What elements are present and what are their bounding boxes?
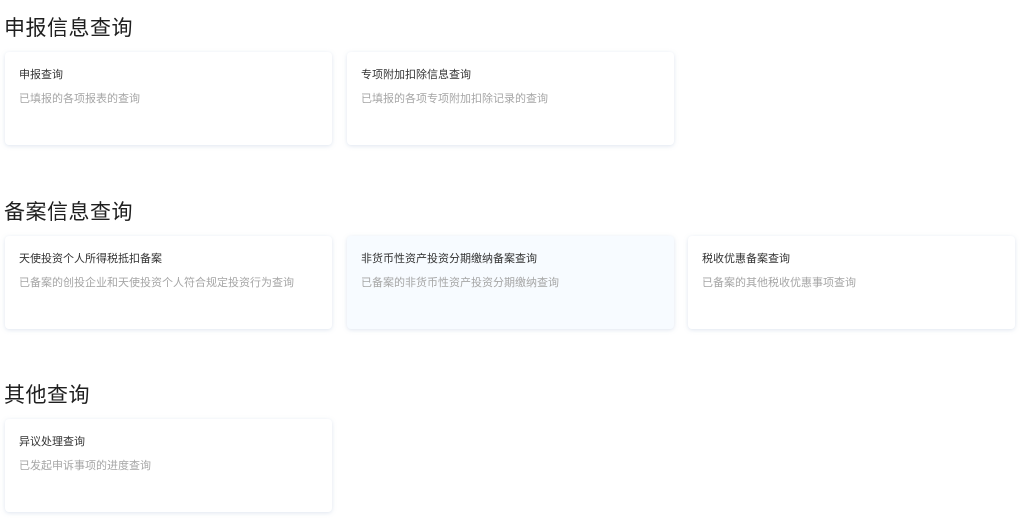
card-nonmonetary-asset-filing[interactable]: 非货币性资产投资分期缴纳备案查询 已备案的非货币性资产投资分期缴纳查询 — [347, 236, 674, 329]
card-objection-query[interactable]: 异议处理查询 已发起申诉事项的进度查询 — [5, 419, 332, 512]
card-title: 专项附加扣除信息查询 — [361, 68, 471, 81]
card-title: 天使投资个人所得税抵扣备案 — [19, 252, 162, 265]
card-description: 已发起申诉事项的进度查询 — [19, 459, 151, 472]
card-tax-preference-filing[interactable]: 税收优惠备案查询 已备案的其他税收优惠事项查询 — [688, 236, 1015, 329]
card-description: 已填报的各项报表的查询 — [19, 92, 140, 105]
card-description: 已备案的创投企业和天使投资个人符合规定投资行为查询 — [19, 276, 294, 289]
section-title: 申报信息查询 — [4, 16, 133, 40]
card-special-deduction-query[interactable]: 专项附加扣除信息查询 已填报的各项专项附加扣除记录的查询 — [347, 52, 674, 145]
card-description: 已备案的其他税收优惠事项查询 — [702, 276, 856, 289]
card-description: 已填报的各项专项附加扣除记录的查询 — [361, 92, 548, 105]
query-page: 申报信息查询 申报查询 已填报的各项报表的查询 专项附加扣除信息查询 已填报的各… — [0, 0, 1024, 518]
card-description: 已备案的非货币性资产投资分期缴纳查询 — [361, 276, 559, 289]
card-declaration-query[interactable]: 申报查询 已填报的各项报表的查询 — [5, 52, 332, 145]
card-title: 申报查询 — [19, 68, 63, 81]
section-title: 备案信息查询 — [4, 200, 133, 224]
card-title: 异议处理查询 — [19, 435, 85, 448]
card-title: 非货币性资产投资分期缴纳备案查询 — [361, 252, 537, 265]
card-angel-investment-filing[interactable]: 天使投资个人所得税抵扣备案 已备案的创投企业和天使投资个人符合规定投资行为查询 — [5, 236, 332, 329]
card-title: 税收优惠备案查询 — [702, 252, 790, 265]
section-title: 其他查询 — [4, 383, 90, 407]
